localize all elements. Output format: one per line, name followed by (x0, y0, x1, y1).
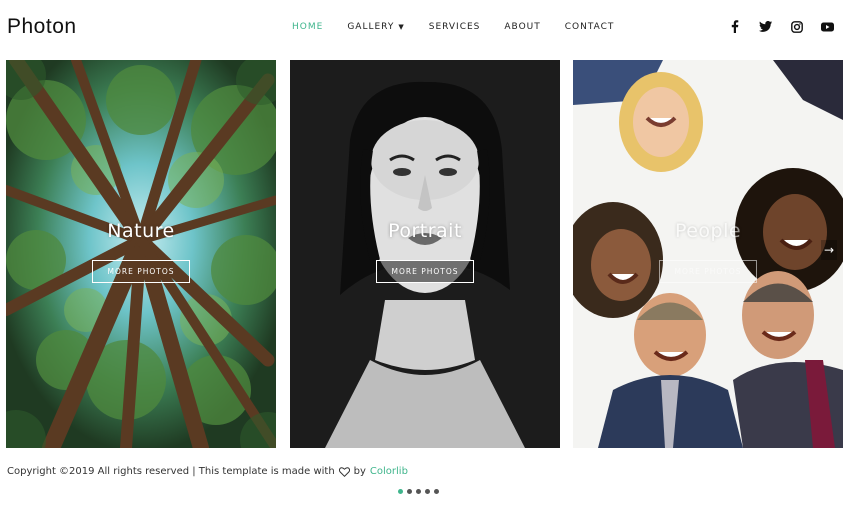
slide-title: Portrait (388, 220, 462, 242)
youtube-icon[interactable] (821, 20, 834, 33)
site-logo[interactable]: Photon (7, 15, 77, 39)
colorlib-link[interactable]: Colorlib (370, 466, 408, 477)
social-links (728, 20, 834, 33)
site-footer: Copyright ©2019 All rights reserved | Th… (7, 466, 408, 477)
nav-contact[interactable]: CONTACT (565, 22, 615, 32)
slide-nature[interactable]: Nature MORE PHOTOS (6, 60, 276, 448)
nav-gallery-label: GALLERY (347, 22, 395, 32)
more-photos-button[interactable]: MORE PHOTOS (376, 260, 474, 283)
instagram-icon[interactable] (790, 20, 803, 33)
slide-people[interactable]: People MORE PHOTOS → (573, 60, 843, 448)
nature-forest-image (6, 60, 276, 448)
hero-carousel: Nature MORE PHOTOS Portrait MORE PHOTOS (6, 60, 844, 494)
site-header: Photon HOME GALLERY ▼ SERVICES ABOUT CONT… (0, 0, 850, 56)
footer-by: by (353, 466, 366, 477)
heart-icon (338, 466, 350, 477)
nav-home[interactable]: HOME (292, 22, 323, 32)
facebook-icon[interactable] (728, 20, 741, 33)
portrait-image (290, 60, 560, 448)
carousel-dot[interactable] (398, 489, 403, 494)
more-photos-button[interactable]: MORE PHOTOS (92, 260, 190, 283)
carousel-dot[interactable] (425, 489, 430, 494)
carousel-dot[interactable] (416, 489, 421, 494)
twitter-icon[interactable] (759, 20, 772, 33)
main-nav: HOME GALLERY ▼ SERVICES ABOUT CONTACT (292, 22, 638, 32)
next-arrow-icon[interactable]: → (821, 240, 837, 260)
slide-title: People (674, 220, 742, 242)
footer-copyright: Copyright ©2019 All rights reserved | Th… (7, 466, 335, 477)
nav-services-label: SERVICES (428, 22, 481, 32)
people-group-image (573, 60, 843, 448)
nav-gallery[interactable]: GALLERY ▼ (347, 22, 404, 32)
more-photos-button[interactable]: MORE PHOTOS (659, 260, 757, 283)
carousel-dots (398, 489, 439, 494)
nav-about-label: ABOUT (504, 22, 541, 32)
carousel-dot[interactable] (407, 489, 412, 494)
nav-services[interactable]: SERVICES (429, 22, 481, 32)
slide-portrait[interactable]: Portrait MORE PHOTOS (290, 60, 560, 448)
slide-title: Nature (107, 220, 175, 242)
nav-contact-label: CONTACT (564, 22, 615, 32)
carousel-dot[interactable] (434, 489, 439, 494)
chevron-down-icon: ▼ (398, 23, 405, 31)
nav-home-label: HOME (292, 22, 324, 32)
nav-about[interactable]: ABOUT (504, 22, 540, 32)
